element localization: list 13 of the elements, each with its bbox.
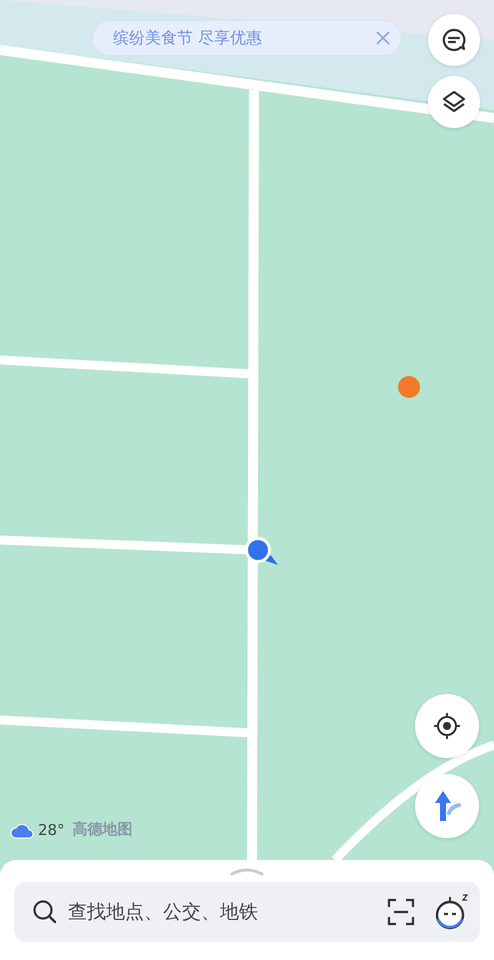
assistant-button[interactable] [434,893,470,931]
search-icon [32,899,58,925]
turn-arrow-icon [432,789,462,823]
scan-button[interactable] [386,897,416,927]
banner-text: 缤纷美食节 尽享优惠 [113,28,264,48]
brand-logo: 高德地图 [72,820,133,839]
temperature-text: 28° [38,820,65,838]
chat-bubble-icon [441,27,467,53]
search-field[interactable]: 查找地点、公交、地铁 [14,882,480,942]
search-input[interactable]: 查找地点、公交、地铁 [66,900,368,924]
layers-icon [441,89,467,115]
crosshair-icon [433,712,461,740]
promo-banner[interactable]: 缤纷美食节 尽享优惠 [92,20,402,56]
